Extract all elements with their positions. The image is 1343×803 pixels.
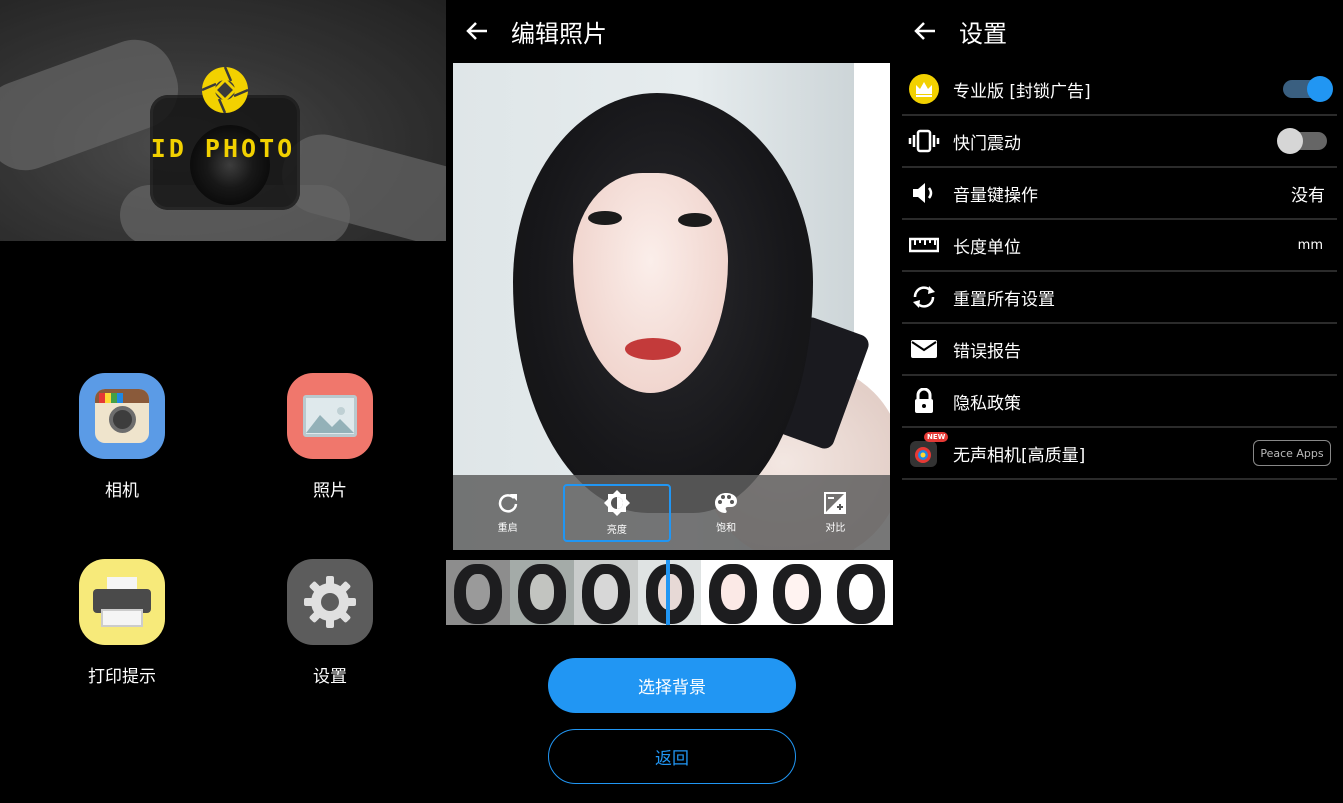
- setting-label: 重置所有设置: [953, 289, 1055, 310]
- filter-thumbnail[interactable]: [509, 560, 574, 625]
- setting-bug-report[interactable]: 错误报告: [902, 324, 1337, 376]
- vibrate-icon: [902, 129, 946, 153]
- setting-pro-version[interactable]: 专业版 [封锁广告]: [902, 64, 1337, 116]
- setting-privacy-policy[interactable]: 隐私政策: [902, 376, 1337, 428]
- setting-value: 没有: [1291, 185, 1325, 206]
- settings-list: 专业版 [封锁广告] 快门震动 音量键操作 没有 长度单位 mm 重置所有设置 …: [902, 64, 1337, 480]
- filter-thumbnail[interactable]: [573, 560, 638, 625]
- setting-label: 专业版 [封锁广告]: [953, 81, 1091, 102]
- sync-icon: [902, 285, 946, 309]
- app-print-tips[interactable]: 打印提示: [42, 559, 202, 687]
- new-badge: NEW: [924, 432, 949, 442]
- select-background-button[interactable]: 选择背景: [548, 658, 796, 713]
- settings-app-icon: [287, 559, 373, 645]
- setting-length-unit[interactable]: 长度单位 mm: [902, 220, 1337, 272]
- setting-label: 长度单位: [953, 237, 1021, 258]
- ruler-icon: [902, 237, 946, 253]
- app-camera[interactable]: 相机: [42, 373, 202, 501]
- home-screen: ID PHOTO 相机 照片 打印提示 设置: [0, 0, 446, 803]
- hero-banner: ID PHOTO: [0, 0, 446, 241]
- filter-thumbnail[interactable]: [829, 560, 894, 625]
- app-label: 设置: [313, 667, 347, 687]
- pro-version-toggle[interactable]: [1283, 76, 1333, 102]
- app-settings[interactable]: 设置: [250, 559, 410, 687]
- setting-label: 无声相机[高质量]: [953, 445, 1086, 466]
- promo-silent-camera[interactable]: NEW 无声相机[高质量] Peace Apps: [902, 428, 1337, 480]
- tool-contrast[interactable]: 对比: [781, 484, 889, 542]
- settings-app-bar: 设置: [894, 0, 1343, 62]
- edit-photo-screen: 编辑照片 重启 亮度 饱和 对比 选择背景 返回: [446, 0, 894, 803]
- volume-icon: [902, 181, 946, 205]
- shutter-vibration-toggle[interactable]: [1277, 128, 1327, 154]
- photos-app-icon: [287, 373, 373, 459]
- filter-thumbnail-selected[interactable]: [637, 560, 702, 625]
- filter-strip: [446, 560, 894, 625]
- filter-thumbnail[interactable]: [446, 560, 510, 625]
- filter-thumbnail[interactable]: [701, 560, 766, 625]
- page-title: 设置: [959, 19, 1007, 48]
- back-arrow-icon[interactable]: [908, 14, 942, 48]
- adjust-toolbar: 重启 亮度 饱和 对比: [453, 475, 890, 550]
- editor-app-bar: 编辑照片: [446, 0, 894, 62]
- setting-value: mm: [1297, 237, 1323, 253]
- peace-apps-tag: Peace Apps: [1253, 440, 1331, 466]
- page-title: 编辑照片: [511, 19, 607, 48]
- reset-icon: [498, 493, 517, 513]
- setting-label: 快门震动: [953, 133, 1021, 154]
- mail-icon: [902, 339, 946, 359]
- setting-label: 错误报告: [953, 341, 1021, 362]
- app-label: 照片: [313, 481, 347, 501]
- tool-saturation[interactable]: 饱和: [672, 484, 780, 542]
- setting-reset-all[interactable]: 重置所有设置: [902, 272, 1337, 324]
- tool-brightness[interactable]: 亮度: [562, 483, 671, 542]
- silent-camera-app-icon: NEW: [902, 432, 949, 468]
- tool-reset[interactable]: 重启: [454, 484, 562, 542]
- printer-app-icon: [79, 559, 165, 645]
- aperture-logo-icon: [201, 66, 249, 114]
- camera-app-icon: [79, 373, 165, 459]
- crown-icon: [902, 74, 946, 104]
- brightness-icon: [603, 489, 630, 516]
- tool-label: 饱和: [716, 522, 737, 534]
- app-label: 打印提示: [88, 667, 156, 687]
- app-label: 相机: [105, 481, 139, 501]
- lock-icon: [902, 388, 946, 414]
- setting-shutter-vibration[interactable]: 快门震动: [902, 116, 1337, 168]
- back-arrow-icon[interactable]: [460, 14, 494, 48]
- setting-label: 音量键操作: [953, 185, 1038, 206]
- tool-label: 亮度: [606, 524, 627, 536]
- contrast-icon: [824, 491, 847, 514]
- back-button[interactable]: 返回: [548, 729, 796, 784]
- tool-label: 重启: [497, 522, 518, 534]
- setting-volume-key[interactable]: 音量键操作 没有: [902, 168, 1337, 220]
- app-logo-text: ID PHOTO: [150, 134, 296, 163]
- setting-label: 隐私政策: [953, 393, 1021, 414]
- tool-label: 对比: [825, 522, 846, 534]
- settings-screen: 设置 专业版 [封锁广告] 快门震动 音量键操作 没有 长度单位 mm 重置所有…: [894, 0, 1343, 803]
- filter-thumbnail[interactable]: [765, 560, 830, 625]
- app-photos[interactable]: 照片: [250, 373, 410, 501]
- palette-icon: [715, 492, 738, 513]
